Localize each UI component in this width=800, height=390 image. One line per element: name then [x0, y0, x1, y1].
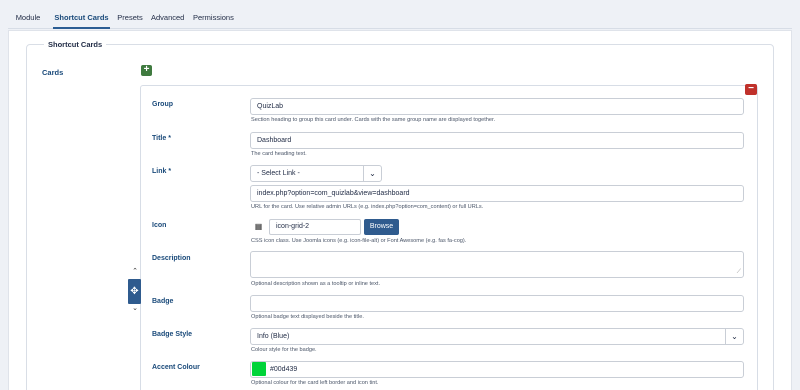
title-label: Title * [152, 135, 171, 142]
badge-style-value: Info (Blue) [257, 333, 290, 340]
badge-input[interactable] [250, 295, 744, 312]
fieldset-legend: Shortcut Cards [44, 40, 107, 49]
add-card-button[interactable]: + [141, 65, 152, 76]
accent-colour-hint: Optional colour for the card left border… [251, 380, 379, 386]
accent-colour-label: Accent Colour [152, 364, 200, 371]
tab-shortcut-cards[interactable]: Shortcut Cards [53, 8, 110, 29]
description-textarea[interactable]: ⟋ [250, 251, 744, 278]
resize-handle-icon[interactable]: ⟋ [737, 269, 741, 276]
description-label: Description [152, 255, 191, 262]
link-hint: URL for the card. Use relative admin URL… [251, 204, 484, 210]
badge-style-hint: Colour style for the badge. [251, 347, 317, 353]
group-hint: Section heading to group this card under… [251, 117, 496, 123]
group-label: Group [152, 101, 173, 108]
move-handle-icon[interactable]: ✥ [128, 279, 141, 304]
group-input[interactable]: QuizLab [250, 98, 744, 115]
link-select-value: - Select Link - [257, 170, 300, 177]
icon-label: Icon [152, 222, 167, 229]
grid-icon: ▦ [254, 222, 263, 231]
icon-class-input[interactable]: icon-grid-2 [269, 219, 361, 235]
link-url-input[interactable]: index.php?option=com_quizlab&view=dashbo… [250, 185, 744, 202]
title-input[interactable]: Dashboard [250, 132, 744, 149]
badge-label: Badge [152, 298, 174, 305]
tab-presets[interactable]: Presets [117, 8, 143, 29]
tab-permissions[interactable]: Permissions [193, 8, 234, 29]
link-label: Link * [152, 168, 172, 175]
description-hint: Optional description shown as a tooltip … [251, 281, 381, 287]
tab-bar: Module Shortcut Cards Presets Advanced P… [8, 8, 792, 29]
badge-style-label: Badge Style [152, 331, 193, 338]
title-hint: The card heading text. [251, 151, 307, 157]
browse-button[interactable]: Browse [364, 219, 399, 235]
cards-label: Cards [42, 68, 64, 77]
chevron-down-icon: ⌄ [363, 166, 381, 181]
tab-advanced[interactable]: Advanced [151, 8, 184, 29]
move-down-icon[interactable]: ⌄ [131, 304, 139, 312]
remove-card-button[interactable]: − [745, 84, 757, 95]
chevron-down-icon: ⌄ [725, 329, 743, 344]
link-select[interactable]: - Select Link - ⌄ [250, 165, 382, 182]
color-swatch[interactable] [252, 362, 266, 376]
badge-style-select[interactable]: Info (Blue) ⌄ [250, 328, 744, 345]
icon-hint: CSS icon class. Use Joomla icons (e.g. i… [251, 238, 467, 244]
badge-hint: Optional badge text displayed beside the… [251, 314, 364, 320]
move-up-icon[interactable]: ⌃ [131, 267, 139, 275]
accent-colour-input[interactable]: #00d439 [250, 361, 744, 378]
tab-module[interactable]: Module [15, 8, 41, 29]
